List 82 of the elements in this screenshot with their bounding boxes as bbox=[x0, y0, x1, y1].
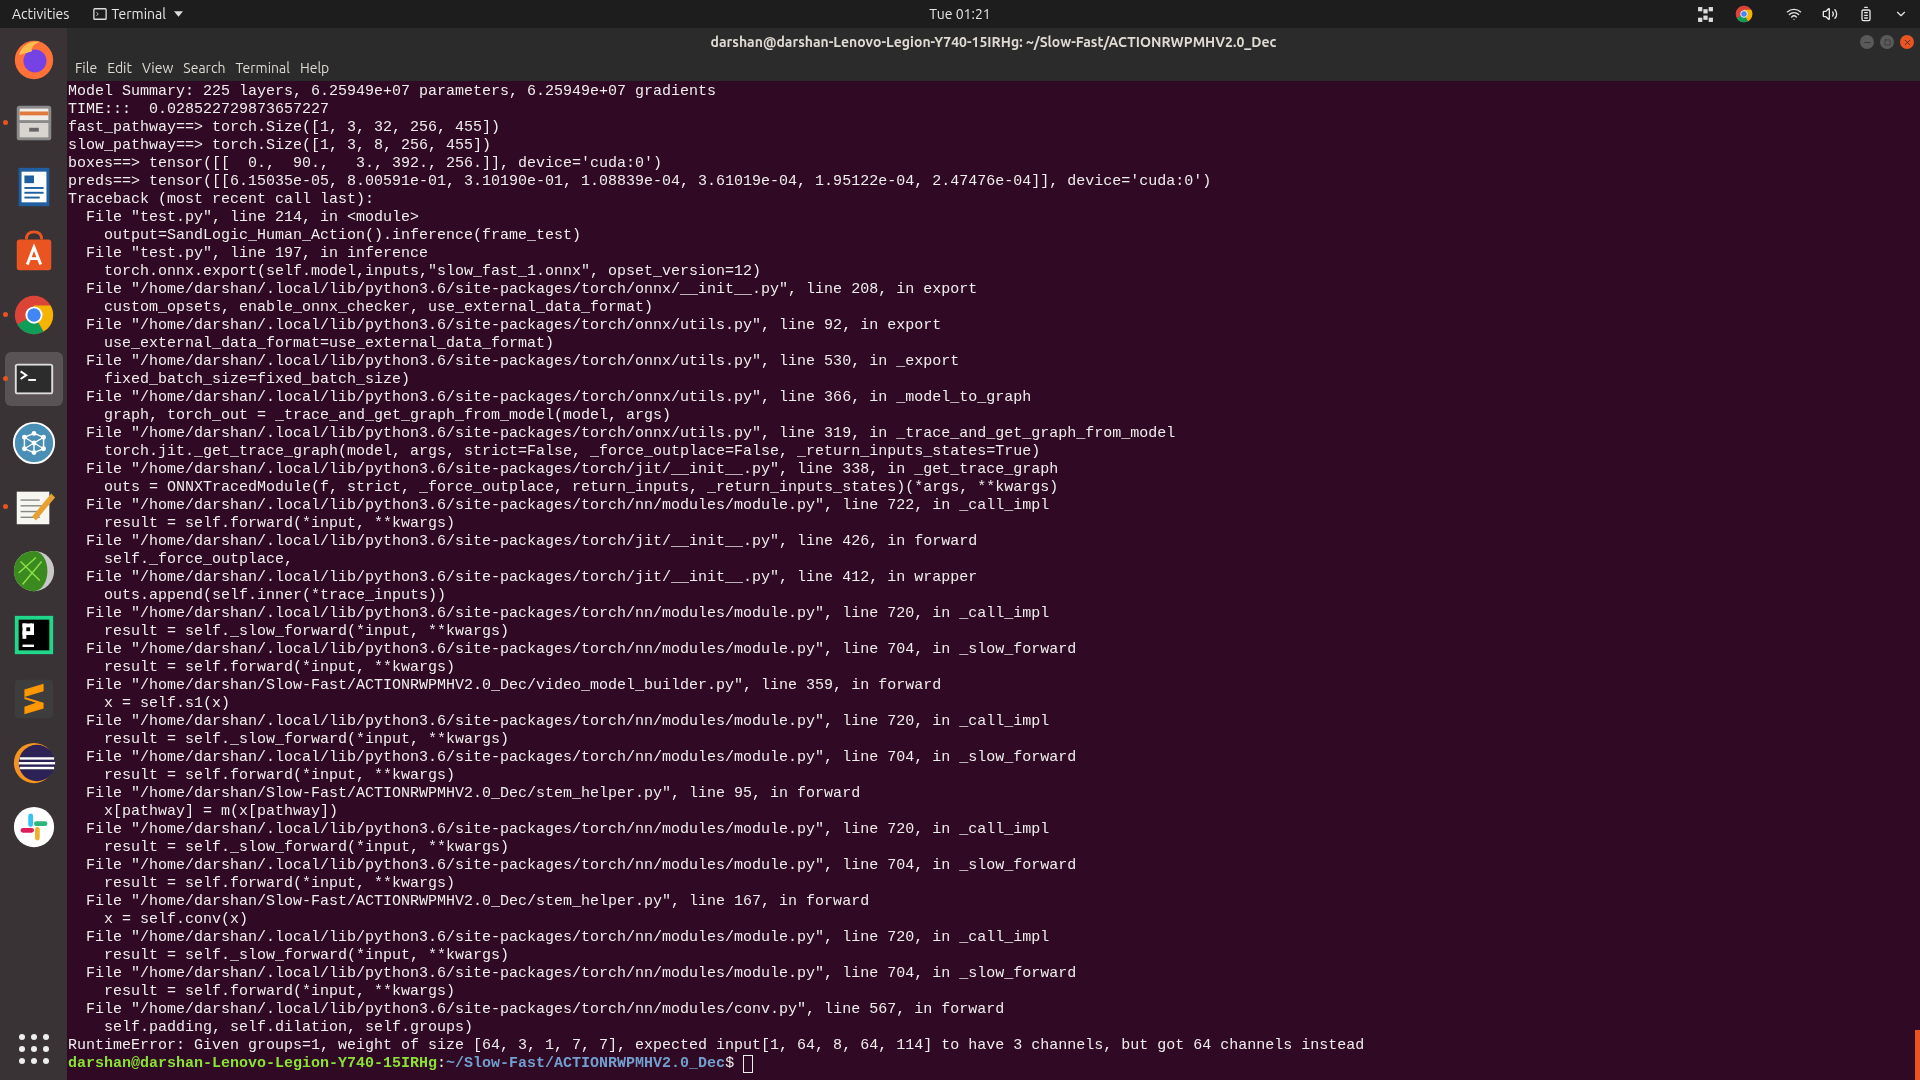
output-line: TIME::: 0.028522729873657227 bbox=[68, 101, 330, 119]
output-line: File "/home/darshan/Slow-Fast/ACTIONRWPMHV2.0_Dec/stem_helper.py", line 95, in forward bbox=[85, 785, 861, 803]
output-line: File "/home/darshan/Slow-Fast/ACTIONRWPMHV2.0_Dec/stem_helper.py", line 167, in forward bbox=[85, 893, 870, 911]
output-line: File "/home/darshan/.local/lib/python3.6/site-packages/torch/nn/modules/module.py", line 704, in _slow_forward bbox=[85, 749, 1077, 767]
grid-icon[interactable] bbox=[1697, 5, 1714, 23]
cursor bbox=[743, 1055, 754, 1073]
output-line: result = self.forward(*input, **kwargs) bbox=[103, 767, 456, 785]
output-line: slow_pathway==> torch.Size([1, 3, 8, 256, 455]) bbox=[68, 137, 492, 155]
prompt-separator: : bbox=[437, 1055, 447, 1073]
prompt-symbol: $ bbox=[725, 1055, 735, 1073]
output-line: File "/home/darshan/.local/lib/python3.6/site-packages/torch/jit/__init__.py", line 426, in forward bbox=[85, 533, 978, 551]
output-line: x = self.s1(x) bbox=[103, 695, 231, 713]
browser-icon[interactable] bbox=[1734, 4, 1754, 24]
caret-icon bbox=[173, 11, 183, 17]
volume-icon[interactable] bbox=[1822, 6, 1838, 22]
window-title: darshan@darshan-Lenovo-Legion-Y740-15IRHg: ~/Slow-Fast/ACTIONRWPMHV2.0_Dec bbox=[710, 32, 1277, 52]
output-line: boxes==> tensor([[ 0., 90., 3., 392., 256.]], device='cuda:0') bbox=[68, 155, 663, 173]
output-line: result = self.forward(*input, **kwargs) bbox=[103, 875, 456, 893]
output-line: x = self.conv(x) bbox=[103, 911, 249, 929]
menu-item[interactable]: Terminal bbox=[231, 58, 294, 79]
output-line: File "/home/darshan/.local/lib/python3.6/site-packages/torch/onnx/utils.py", line 92, in export bbox=[85, 317, 942, 335]
output-line: File "/home/darshan/.local/lib/python3.6/site-packages/torch/nn/modules/module.py", line 720, in _call_impl bbox=[85, 605, 1050, 623]
menu-item[interactable]: Edit bbox=[103, 58, 136, 79]
output-line: File "/home/darshan/.local/lib/python3.6/site-packages/torch/nn/modules/module.py", line 720, in _call_impl bbox=[85, 821, 1050, 839]
output-line: result = self.forward(*input, **kwargs) bbox=[103, 659, 456, 677]
output-line: result = self.forward(*input, **kwargs) bbox=[103, 983, 456, 1001]
output-line: torch.jit._get_trace_graph(model, args, strict=False, _force_outplace=False, _return_inputs_states=True) bbox=[103, 443, 1041, 461]
output-line: result = self._slow_forward(*input, **kwargs) bbox=[103, 623, 510, 641]
output-line: File "/home/darshan/.local/lib/python3.6/site-packages/torch/nn/modules/module.py", line 704, in _slow_forward bbox=[85, 641, 1077, 659]
prompt-path: ~/Slow-Fast/ACTIONRWPMHV2.0_Dec bbox=[446, 1055, 726, 1073]
output-line: x[pathway] = m(x[pathway]) bbox=[103, 803, 339, 821]
close-icon bbox=[1902, 37, 1912, 47]
menu-item[interactable]: View bbox=[138, 58, 178, 79]
output-line: File "/home/darshan/.local/lib/python3.6/site-packages/torch/nn/modules/module.py", line 704, in _slow_forward bbox=[85, 857, 1077, 875]
output-line: File "test.py", line 214, in <module> bbox=[85, 209, 420, 227]
output-line: File "/home/darshan/.local/lib/python3.6/site-packages/torch/nn/modules/module.py", line 704, in _slow_forward bbox=[85, 965, 1077, 983]
output-line: self._force_outplace, bbox=[103, 551, 294, 569]
output-line: self.padding, self.dilation, self.groups) bbox=[103, 1019, 474, 1037]
output-line: File "/home/darshan/.local/lib/python3.6/site-packages/torch/nn/modules/conv.py", line 567, in forward bbox=[85, 1001, 1005, 1019]
output-line: result = self._slow_forward(*input, **kwargs) bbox=[103, 839, 510, 857]
output-line: torch.onnx.export(self.model,inputs,"slow_fast_1.onnx", opset_version=12) bbox=[103, 263, 762, 281]
app-grid-icon[interactable] bbox=[18, 1034, 49, 1064]
scrollbar-thumb bbox=[1915, 1030, 1920, 1080]
output-line: result = self._slow_forward(*input, **kwargs) bbox=[103, 947, 510, 965]
output-line: File "test.py", line 197, in inference bbox=[85, 245, 429, 263]
app-menu[interactable]: Terminal bbox=[93, 3, 183, 25]
output-line: outs = ONNXTracedModule(f, strict, _force_outplace, return_inputs, _return_inputs_states)(*args, **kwargs) bbox=[103, 479, 1059, 497]
output-line: File "/home/darshan/.local/lib/python3.6/site-packages/torch/onnx/utils.py", line 319, in _trace_and_get_graph_from_model bbox=[85, 425, 1176, 443]
output-line: File "/home/darshan/.local/lib/python3.6/site-packages/torch/nn/modules/module.py", line 720, in _call_impl bbox=[85, 929, 1050, 947]
output-line: fast_pathway==> torch.Size([1, 3, 32, 256, 455]) bbox=[68, 119, 501, 137]
menu-item[interactable]: File bbox=[71, 58, 102, 79]
output-line: fixed_batch_size=fixed_batch_size) bbox=[103, 371, 411, 389]
prompt-user: darshan@darshan-Lenovo-Legion-Y740-15IRHg bbox=[68, 1055, 438, 1073]
terminal-icon bbox=[93, 7, 108, 21]
output-line: File "/home/darshan/.local/lib/python3.6/site-packages/torch/nn/modules/module.py", line 722, in _call_impl bbox=[85, 497, 1050, 515]
output-line: use_external_data_format=use_external_data_format) bbox=[103, 335, 555, 353]
output-line: Model Summary: 225 layers, 6.25949e+07 parameters, 6.25949e+07 gradients bbox=[68, 83, 717, 101]
menu-item[interactable]: Search bbox=[179, 58, 230, 79]
output-line: custom_opsets, enable_onnx_checker, use_external_data_format) bbox=[103, 299, 654, 317]
battery-icon[interactable] bbox=[1858, 6, 1874, 22]
maximize-icon bbox=[1883, 38, 1891, 46]
output-line: File "/home/darshan/.local/lib/python3.6/site-packages/torch/nn/modules/module.py", line 720, in _call_impl bbox=[85, 713, 1050, 731]
wifi-icon[interactable] bbox=[1786, 6, 1802, 22]
output-line: graph, torch_out = _trace_and_get_graph_from_model(model, args) bbox=[103, 407, 672, 425]
output-line: File "/home/darshan/.local/lib/python3.6/site-packages/torch/jit/__init__.py", line 338, in _get_trace_graph bbox=[85, 461, 1059, 479]
output-line: File "/home/darshan/.local/lib/python3.6/site-packages/torch/onnx/__init__.py", line 208, in export bbox=[85, 281, 978, 299]
output-line: RuntimeError: Given groups=1, weight of size [64, 3, 1, 7, 7], expected input[1, 64, 8, 64, 114] to have 3 channels, but got 64 channels instead bbox=[68, 1037, 1365, 1055]
output-line: File "/home/darshan/.local/lib/python3.6/site-packages/torch/jit/__init__.py", line 412, in wrapper bbox=[85, 569, 978, 587]
terminal-icon[interactable] bbox=[4, 352, 63, 406]
output-line: File "/home/darshan/Slow-Fast/ACTIONRWPMHV2.0_Dec/video_model_builder.py", line 359, in forward bbox=[85, 677, 942, 695]
clock[interactable]: Tue 01:21 bbox=[929, 3, 991, 25]
output-line: outs.append(self.inner(*trace_inputs)) bbox=[103, 587, 447, 605]
output-line: output=SandLogic_Human_Action().inference(frame_test) bbox=[103, 227, 582, 245]
activities-button[interactable]: Activities bbox=[12, 3, 70, 25]
output-line: File "/home/darshan/.local/lib/python3.6/site-packages/torch/onnx/utils.py", line 530, in _export bbox=[85, 353, 960, 371]
output-line: Traceback (most recent call last): bbox=[68, 191, 375, 209]
output-line: File "/home/darshan/.local/lib/python3.6/site-packages/torch/onnx/utils.py", line 366, in _model_to_graph bbox=[85, 389, 1032, 407]
close-button[interactable] bbox=[1900, 35, 1914, 49]
output-line: preds==> tensor([[6.15035e-05, 8.00591e-01, 3.10190e-01, 1.08839e-04, 3.61019e-04, 1.95122e-04, 2.47476e-04]], device='cuda:0') bbox=[68, 173, 1212, 191]
output-line: result = self._slow_forward(*input, **kwargs) bbox=[103, 731, 510, 749]
output-line: result = self.forward(*input, **kwargs) bbox=[103, 515, 456, 533]
menu-item[interactable]: Help bbox=[295, 58, 334, 79]
